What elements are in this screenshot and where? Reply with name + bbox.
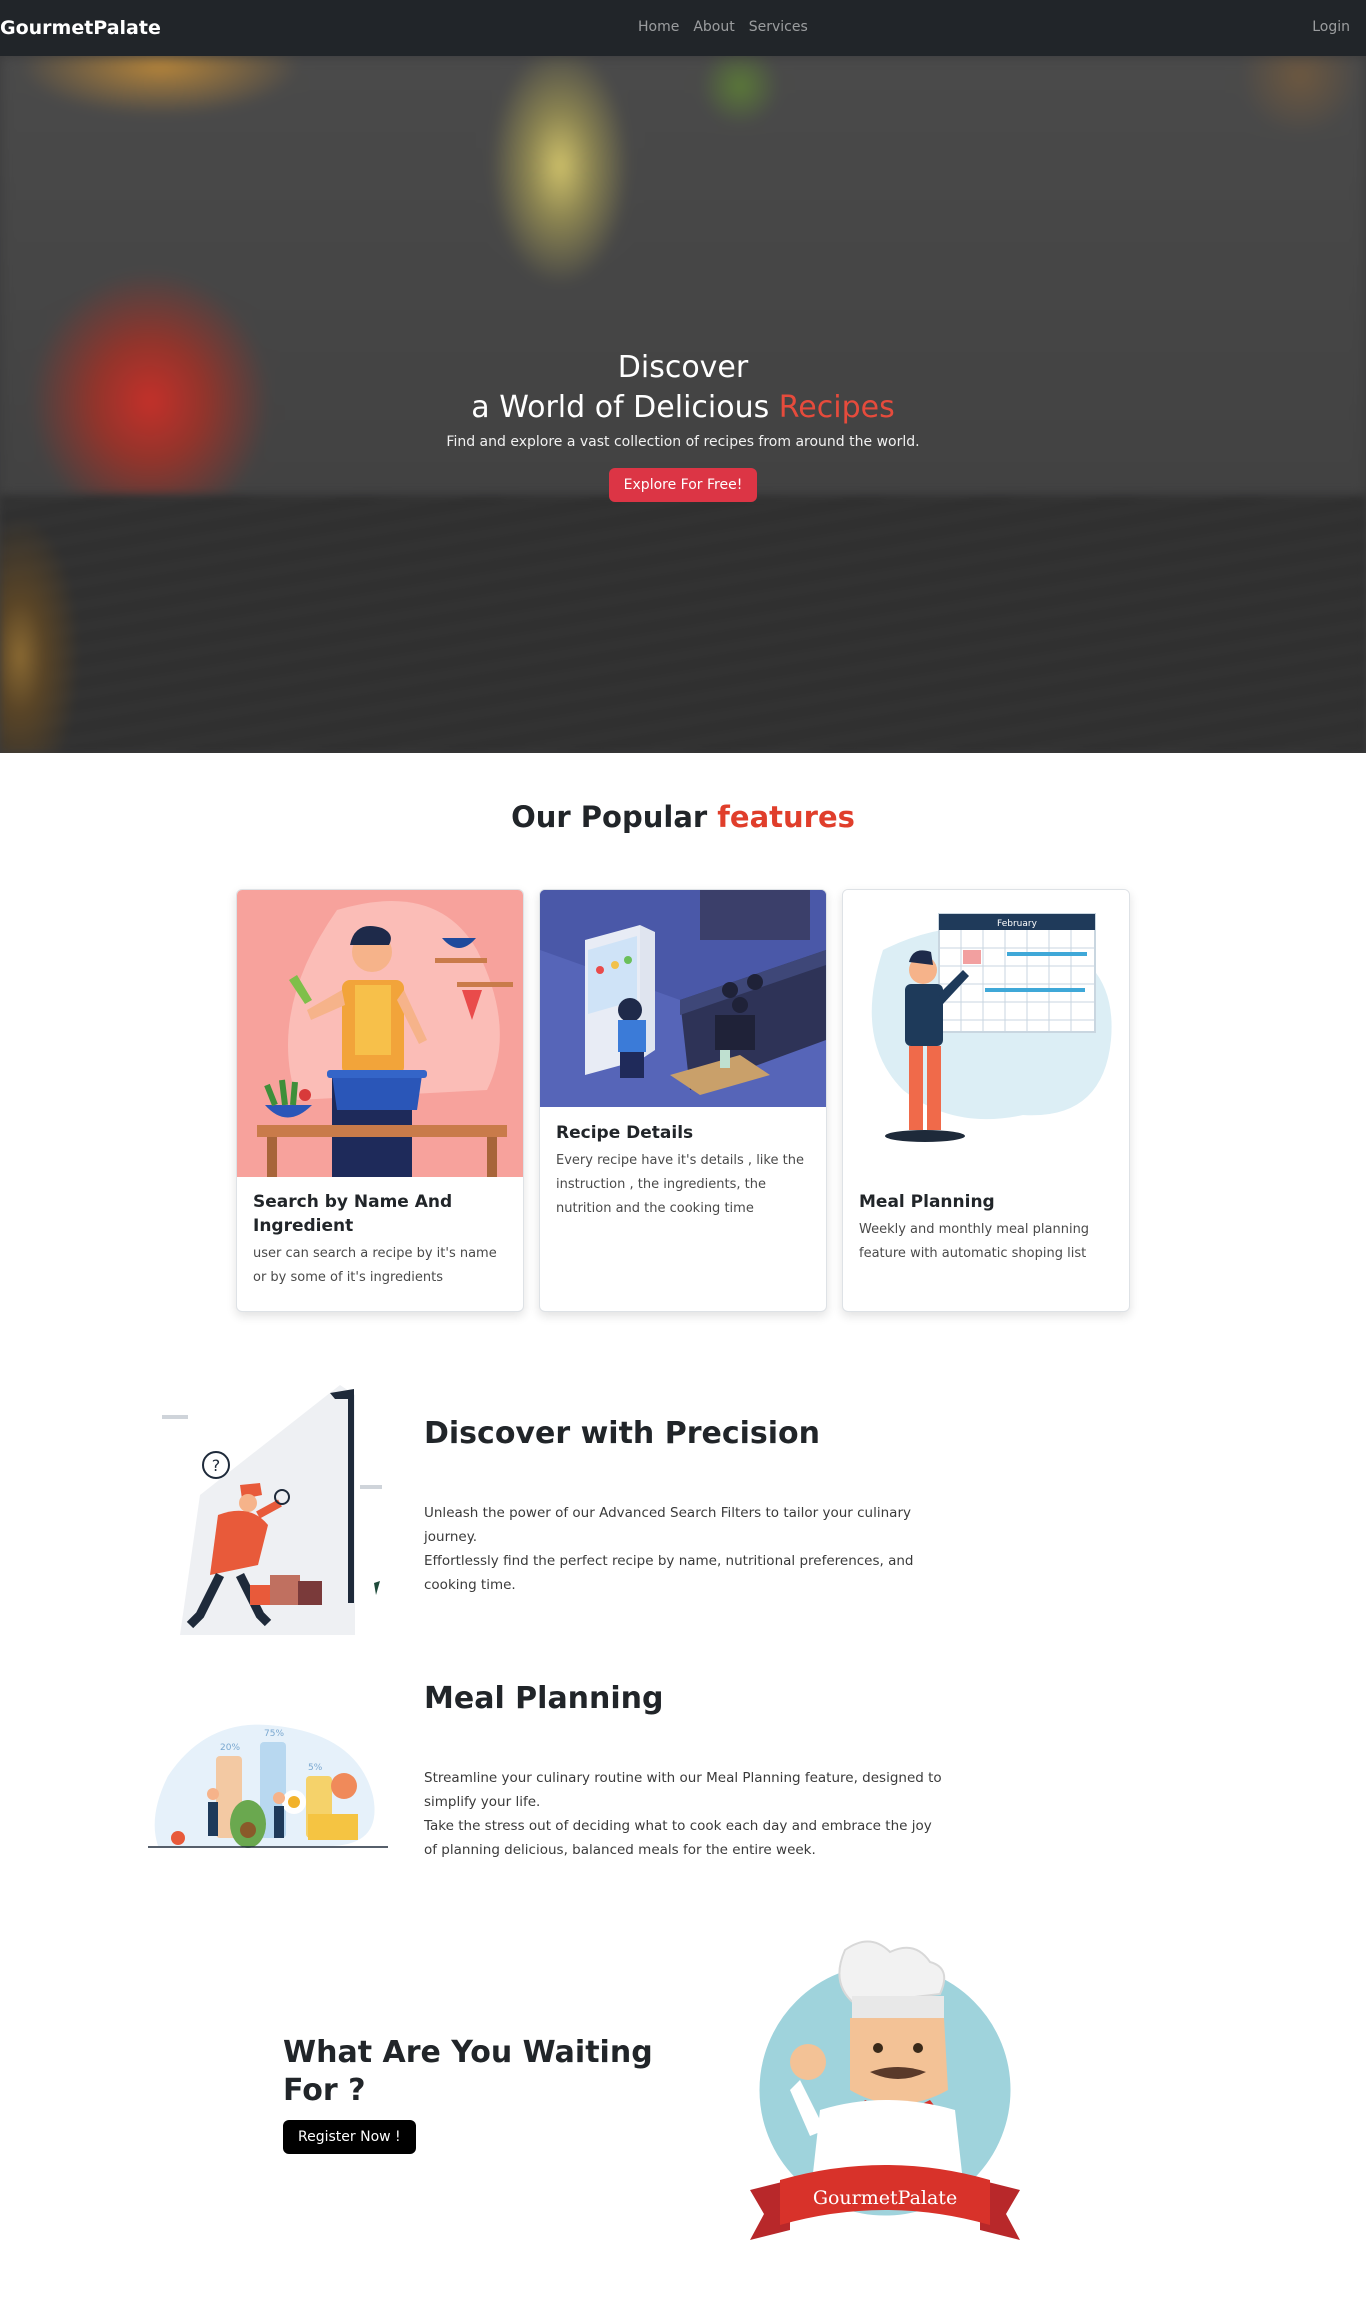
nutrition-chart-illustration: 20% 75% 5% [148,1724,388,1848]
features-title-accent: features [717,800,855,834]
cta-title: What Are You Waiting For ? [283,2035,653,2108]
section-paragraph-line2: Take the stress out of deciding what to … [424,1818,932,1858]
hero-title-accent: Recipes [778,390,895,425]
brand-logo[interactable]: GourmetPalate [0,17,161,39]
navbar: GourmetPalate Home About Services Login [0,0,1366,56]
chef-cooking-illustration [237,890,523,1177]
feature-card-meal-planning[interactable]: February Meal Planning Weekly and monthl… [842,889,1130,1312]
kitchen-fridge-illustration [540,890,826,1107]
section-paragraph-line2: Effortlessly find the perfect recipe by … [424,1553,914,1593]
features-title-prefix: Our Popular [511,800,718,834]
hero-title: Discover a World of Delicious Recipes [0,348,1366,428]
detective-illustration: ? [162,1385,382,1635]
section-paragraph: Unleash the power of our Advanced Search… [424,1501,944,1597]
nav-link-home[interactable]: Home [638,19,679,35]
explore-button[interactable]: Explore For Free! [608,468,758,502]
hero-background-bottom [0,496,1366,753]
logo-text: GourmetPalate [813,2187,957,2209]
section-title: Discover with Precision [424,1416,821,1451]
section-paragraph: Streamline your culinary routine with ou… [424,1766,944,1862]
card-body: Recipe Details Every recipe have it's de… [556,1121,810,1221]
login-link[interactable]: Login [1312,19,1350,35]
hero-title-line1: Discover [617,350,749,385]
chef-logo-illustration: GourmetPalate [750,1940,1020,2240]
card-body: Search by Name And Ingredient user can s… [253,1190,507,1290]
nav-link-services[interactable]: Services [749,19,808,35]
card-title: Meal Planning [859,1192,995,1212]
hero-title-line2: a World of Delicious [471,390,779,425]
hero-section: Discover a World of Delicious Recipes Fi… [0,56,1366,753]
calendar-month-label: February [997,919,1038,929]
card-text: Every recipe have it's details , like th… [556,1153,804,1216]
section-paragraph-line1: Unleash the power of our Advanced Search… [424,1505,911,1545]
feature-card-search[interactable]: Search by Name And Ingredient user can s… [236,889,524,1312]
chart-pct-75: 75% [264,1729,284,1739]
feature-card-recipe-details[interactable]: Recipe Details Every recipe have it's de… [539,889,827,1312]
section-title: Meal Planning [424,1681,664,1716]
card-body: Meal Planning Weekly and monthly meal pl… [859,1190,1113,1266]
card-title: Search by Name And Ingredient [253,1192,453,1236]
nav-link-about[interactable]: About [693,19,734,35]
section-paragraph-line1: Streamline your culinary routine with ou… [424,1770,942,1810]
register-button[interactable]: Register Now ! [283,2120,416,2154]
calendar-planning-illustration: February [843,890,1129,1177]
card-text: Weekly and monthly meal planning feature… [859,1222,1090,1261]
hero-subtitle: Find and explore a vast collection of re… [446,434,920,450]
nav-links: Home About Services [638,19,808,35]
hero-content: Discover a World of Delicious Recipes Fi… [0,348,1366,502]
card-title: Recipe Details [556,1123,694,1143]
features-title: Our Popular features [0,800,1366,834]
chart-pct-20: 20% [220,1743,240,1753]
question-mark-label: ? [212,1456,221,1475]
card-text: user can search a recipe by it's name or… [253,1246,497,1285]
chart-pct-5: 5% [308,1763,323,1773]
section-meal-planning: Meal Planning Streamline your culinary r… [424,1681,944,1862]
section-discover: Discover with Precision Unleash the powe… [424,1416,944,1597]
